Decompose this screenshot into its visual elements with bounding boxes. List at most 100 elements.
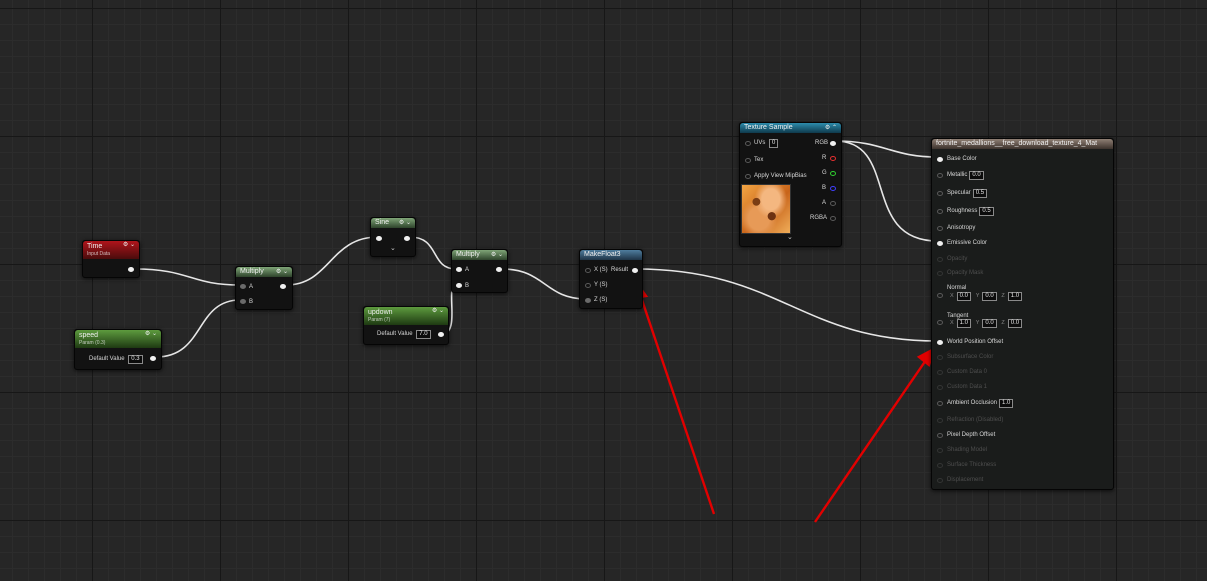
material-pin-emissive[interactable] — [937, 241, 943, 246]
chevron-down-icon[interactable]: ⌄ — [406, 220, 411, 226]
chevron-down-icon[interactable]: ⌄ — [787, 233, 793, 241]
time-node[interactable]: Time Input Data ⚙ ⌄ — [82, 240, 140, 278]
makefloat3-pin-y[interactable] — [585, 283, 591, 288]
sine-node-header[interactable]: Sine ⚙ ⌄ — [371, 218, 415, 228]
material-roughness-value-field[interactable]: 0.5 — [979, 207, 994, 216]
updown-output-pin[interactable] — [438, 332, 444, 337]
material-pin-specular[interactable] — [937, 191, 943, 196]
material-ambient-occlusion-value-field[interactable]: 1.0 — [999, 399, 1014, 408]
texture-pin-a[interactable] — [830, 201, 836, 206]
material-tangent-y-field[interactable]: 0.0 — [982, 319, 997, 328]
updown-node[interactable]: updown Param (7) ⚙ ⌄ Default Value 7.0 — [363, 306, 449, 345]
preview-toggle-icon[interactable]: ⚙ — [399, 220, 404, 226]
updown-node-header[interactable]: updown Param (7) ⚙ ⌄ — [364, 307, 448, 325]
multiply-node-2-controls[interactable]: ⚙ ⌄ — [491, 250, 503, 260]
time-node-header[interactable]: Time Input Data ⚙ ⌄ — [83, 241, 139, 259]
material-pin-tangent[interactable] — [937, 320, 943, 325]
material-custom-data-1-label: Custom Data 1 — [947, 384, 988, 390]
material-pin-ambient-occlusion[interactable] — [937, 401, 943, 406]
material-normal-values: X 0.0 Y 0.0 Z 1.0 — [947, 292, 1023, 301]
material-base-color-label: Base Color — [947, 156, 977, 162]
texture-pin-g[interactable] — [830, 171, 836, 176]
texture-sample-controls[interactable]: ⚙ ⌃ — [825, 123, 837, 133]
makefloat3-pin-z[interactable] — [585, 298, 591, 303]
multiply-2-label-a: A — [465, 267, 470, 273]
updown-node-controls[interactable]: ⚙ ⌄ — [432, 307, 444, 316]
material-tangent-z-field[interactable]: 0.0 — [1007, 319, 1023, 328]
material-metallic-label: Metallic — [947, 172, 968, 178]
material-pin-normal[interactable] — [937, 293, 943, 298]
multiply-node-1[interactable]: Multiply ⚙ ⌄ A B — [235, 266, 293, 310]
chevron-down-icon[interactable]: ⌄ — [498, 252, 503, 258]
preview-toggle-icon[interactable]: ⚙ — [432, 308, 437, 314]
time-output-pin[interactable] — [128, 267, 134, 272]
speed-output-pin[interactable] — [150, 356, 156, 361]
preview-toggle-icon[interactable]: ⚙ — [123, 242, 128, 248]
texture-pin-r[interactable] — [830, 156, 836, 161]
texture-pin-rgba[interactable] — [830, 216, 836, 221]
multiply-node-2-header[interactable]: Multiply ⚙ ⌄ — [452, 250, 507, 260]
speed-default-value-field[interactable]: 0.3 — [128, 355, 143, 364]
material-pin-roughness[interactable] — [937, 209, 943, 214]
material-metallic-value-field[interactable]: 0.0 — [969, 171, 984, 180]
time-node-controls[interactable]: ⚙ ⌄ — [123, 241, 135, 250]
chevron-down-icon[interactable]: ⌄ — [439, 308, 444, 314]
texture-sample-node[interactable]: Texture Sample ⚙ ⌃ UVs 0 Tex Apply View … — [739, 122, 842, 247]
material-result-node[interactable]: fortnite_medallions__free_download_textu… — [931, 138, 1114, 490]
wire-rgb-to-base-color — [834, 140, 939, 158]
texture-pin-mip[interactable] — [745, 174, 751, 179]
chevron-down-icon[interactable]: ⌄ — [283, 269, 288, 275]
updown-default-value-field[interactable]: 7.0 — [416, 330, 431, 339]
sine-node[interactable]: Sine ⚙ ⌄ ⌄ — [370, 217, 416, 257]
makefloat3-output-pin[interactable] — [632, 268, 638, 273]
multiply-2-pin-a[interactable] — [456, 267, 462, 272]
texture-pin-uvs[interactable] — [745, 141, 751, 146]
multiply-2-output-pin[interactable] — [496, 267, 502, 272]
chevron-up-icon[interactable]: ⌃ — [832, 125, 837, 131]
chevron-down-icon[interactable]: ⌄ — [390, 244, 396, 252]
material-emissive-label: Emissive Color — [947, 240, 988, 246]
makefloat3-node-header[interactable]: MakeFloat3 — [580, 250, 642, 260]
material-normal-y-field[interactable]: 0.0 — [982, 292, 997, 301]
preview-toggle-icon[interactable]: ⚙ — [825, 125, 830, 131]
multiply-node-1-controls[interactable]: ⚙ ⌄ — [276, 267, 288, 277]
preview-toggle-icon[interactable]: ⚙ — [491, 252, 496, 258]
material-result-header[interactable]: fortnite_medallions__free_download_textu… — [932, 139, 1113, 149]
texture-rgba-label: RGBA — [810, 215, 828, 221]
multiply-node-2[interactable]: Multiply ⚙ ⌄ A B — [451, 249, 508, 293]
makefloat3-label-y: Y (S) — [594, 282, 608, 288]
speed-node-controls[interactable]: ⚙ ⌄ — [145, 330, 157, 339]
texture-sample-header[interactable]: Texture Sample ⚙ ⌃ — [740, 123, 841, 133]
texture-pin-b[interactable] — [830, 186, 836, 191]
material-specular-value-field[interactable]: 0.5 — [972, 189, 988, 198]
material-tangent-x-field[interactable]: 1.0 — [956, 319, 972, 328]
multiply-1-pin-b[interactable] — [240, 299, 246, 304]
chevron-down-icon[interactable]: ⌄ — [152, 331, 157, 337]
multiply-1-output-pin[interactable] — [280, 284, 286, 289]
material-normal-x-field[interactable]: 0.0 — [956, 292, 972, 301]
material-pin-base-color[interactable] — [937, 157, 943, 162]
material-pin-surface-thickness — [937, 463, 943, 468]
makefloat3-node[interactable]: MakeFloat3 X (S) Result Y (S) Z (S) — [579, 249, 643, 309]
multiply-node-1-header[interactable]: Multiply ⚙ ⌄ — [236, 267, 292, 277]
speed-node-header[interactable]: speed Param (0.3) ⚙ ⌄ — [75, 330, 161, 348]
preview-toggle-icon[interactable]: ⚙ — [145, 331, 150, 337]
preview-toggle-icon[interactable]: ⚙ — [276, 269, 281, 275]
material-normal-z-field[interactable]: 1.0 — [1007, 292, 1023, 301]
chevron-down-icon[interactable]: ⌄ — [130, 242, 135, 248]
material-anisotropy-label: Anisotropy — [947, 225, 976, 231]
material-pin-metallic[interactable] — [937, 173, 943, 178]
texture-uvs-value-field[interactable]: 0 — [769, 139, 779, 148]
sine-input-pin[interactable] — [376, 236, 382, 241]
texture-pin-rgb[interactable] — [830, 141, 836, 146]
multiply-2-pin-b[interactable] — [456, 283, 462, 288]
multiply-1-pin-a[interactable] — [240, 284, 246, 289]
sine-node-controls[interactable]: ⚙ ⌄ — [399, 218, 411, 228]
speed-node[interactable]: speed Param (0.3) ⚙ ⌄ Default Value 0.3 — [74, 329, 162, 370]
material-pin-world-position-offset[interactable] — [937, 340, 943, 345]
sine-output-pin[interactable] — [404, 236, 410, 241]
makefloat3-pin-x[interactable] — [585, 268, 591, 273]
material-pin-anisotropy[interactable] — [937, 226, 943, 231]
texture-pin-tex[interactable] — [745, 158, 751, 163]
material-pin-pixel-depth-offset[interactable] — [937, 433, 943, 438]
